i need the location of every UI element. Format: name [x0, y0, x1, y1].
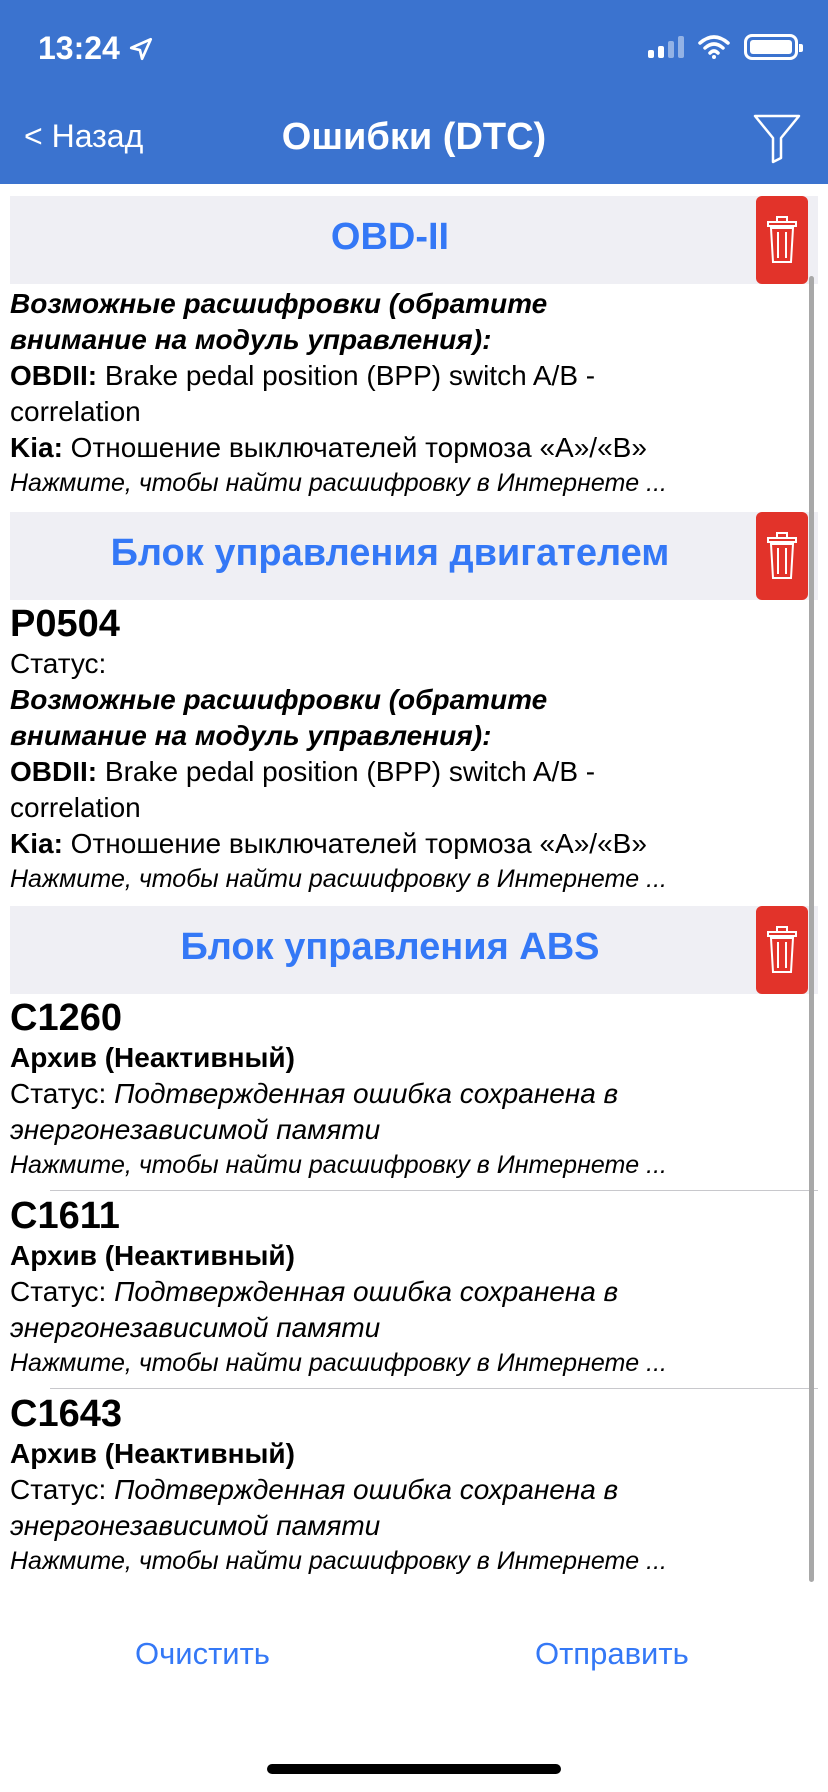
- trash-icon: [767, 216, 797, 263]
- list-item[interactable]: Возможные расшифровки (обратите внимание…: [10, 286, 818, 500]
- delete-engine-button[interactable]: [756, 512, 808, 600]
- obdii-decode: OBDII: Brake pedal position (BPP) switch…: [10, 360, 596, 427]
- section-title: Блок управления ABS: [180, 926, 600, 968]
- divider: [50, 1388, 818, 1389]
- delete-obd-button[interactable]: [756, 196, 808, 284]
- archive-label: Архив (Неактивный): [10, 1042, 295, 1073]
- table-row[interactable]: C1611 Архив (Неактивный) Статус: Подтвер…: [10, 1194, 818, 1380]
- dtc-code: C1260: [10, 997, 122, 1039]
- send-button[interactable]: Отправить: [535, 1636, 689, 1672]
- signal-icon: [648, 36, 684, 58]
- navigation-bar: 13:24 < Назад Ошибки (DTC): [0, 0, 828, 184]
- status-time-text: 13:24: [38, 30, 120, 66]
- trash-icon: [767, 926, 797, 973]
- status-text: Статус: Подтвержденная ошибка сохранена …: [10, 1474, 619, 1541]
- bottom-toolbar: Очистить Отправить: [0, 1586, 828, 1792]
- clear-button[interactable]: Очистить: [135, 1636, 270, 1672]
- search-online-link[interactable]: Нажмите, чтобы найти расшифровку в Интер…: [10, 1544, 818, 1578]
- scrollbar[interactable]: [809, 276, 814, 1582]
- list-item[interactable]: P0504 Статус: Возможные расшифровки (обр…: [10, 602, 818, 896]
- status-text: Статус: Подтвержденная ошибка сохранена …: [10, 1276, 619, 1343]
- status-label: Статус:: [10, 648, 107, 679]
- home-indicator[interactable]: [267, 1764, 561, 1774]
- table-row[interactable]: C1643 Архив (Неактивный) Статус: Подтвер…: [10, 1392, 818, 1578]
- dtc-code: C1611: [10, 1195, 120, 1237]
- divider: [50, 1190, 818, 1191]
- hint-label: Возможные расшифровки (обратите внимание…: [10, 684, 548, 751]
- status-time: 13:24: [38, 30, 154, 67]
- status-icons: [648, 34, 803, 60]
- filter-icon[interactable]: [752, 112, 802, 164]
- search-online-link[interactable]: Нажмите, чтобы найти расшифровку в Интер…: [10, 1346, 818, 1380]
- section-header-obd: OBD-II: [10, 196, 818, 284]
- section-header-engine: Блок управления двигателем: [10, 512, 818, 600]
- table-row[interactable]: C1260 Архив (Неактивный) Статус: Подтвер…: [10, 996, 818, 1182]
- dtc-code: C1643: [10, 1393, 122, 1435]
- dtc-code: P0504: [10, 603, 120, 645]
- trash-icon: [767, 532, 797, 579]
- archive-label: Архив (Неактивный): [10, 1240, 295, 1271]
- search-online-link[interactable]: Нажмите, чтобы найти расшифровку в Интер…: [10, 862, 818, 896]
- status-text: Статус: Подтвержденная ошибка сохранена …: [10, 1078, 619, 1145]
- battery-icon: [744, 34, 803, 60]
- archive-label: Архив (Неактивный): [10, 1438, 295, 1469]
- kia-decode: Kia: Отношение выключателей тормоза «A»/…: [10, 432, 647, 463]
- wifi-icon: [698, 35, 730, 59]
- section-title: Блок управления двигателем: [110, 532, 670, 574]
- dtc-list[interactable]: OBD-II Возможные расшифровки (обратите в…: [0, 184, 828, 1586]
- hint-label: Возможные расшифровки (обратите внимание…: [10, 288, 548, 355]
- obdii-decode: OBDII: Brake pedal position (BPP) switch…: [10, 756, 596, 823]
- back-button[interactable]: < Назад: [24, 118, 143, 155]
- section-header-abs: Блок управления ABS: [10, 906, 818, 994]
- delete-abs-button[interactable]: [756, 906, 808, 994]
- search-online-link[interactable]: Нажмите, чтобы найти расшифровку в Интер…: [10, 466, 818, 500]
- location-arrow-icon: [129, 37, 152, 60]
- search-online-link[interactable]: Нажмите, чтобы найти расшифровку в Интер…: [10, 1148, 818, 1182]
- section-title: OBD-II: [330, 216, 450, 258]
- kia-decode: Kia: Отношение выключателей тормоза «A»/…: [10, 828, 647, 859]
